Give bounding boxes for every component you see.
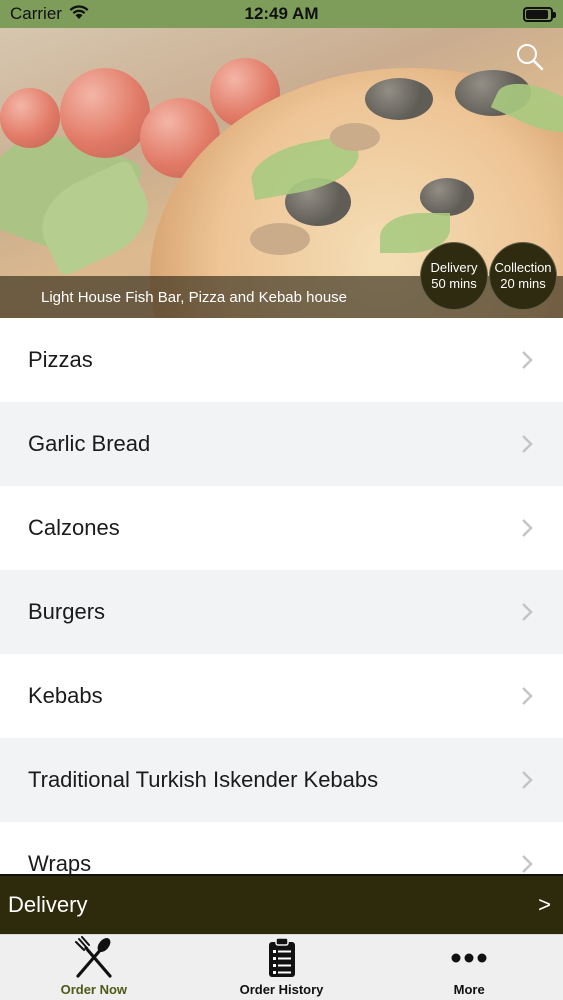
- tab-label: More: [453, 982, 485, 997]
- category-item-wraps[interactable]: Wraps: [0, 822, 563, 874]
- category-label: Burgers: [28, 599, 106, 624]
- category-item-kebabs[interactable]: Kebabs: [0, 654, 563, 738]
- category-label: Traditional Turkish Iskender Kebabs: [28, 767, 379, 792]
- chevron-right-icon: [521, 518, 535, 538]
- hero-banner: Light House Fish Bar, Pizza and Kebab ho…: [0, 28, 563, 318]
- carrier-label: Carrier: [10, 4, 62, 23]
- category-label: Pizzas: [28, 347, 93, 372]
- delivery-badge-time: 50 mins: [431, 276, 477, 291]
- chevron-right-icon: [521, 770, 535, 790]
- search-icon: [517, 44, 544, 71]
- chevron-right-icon: [521, 434, 535, 454]
- restaurant-name: Light House Fish Bar, Pizza and Kebab ho…: [41, 288, 348, 306]
- category-item-burgers[interactable]: Burgers: [0, 570, 563, 654]
- tab-order-now[interactable]: Order Now: [0, 935, 188, 1000]
- tab-more[interactable]: More: [375, 935, 563, 1000]
- clipboard-list-icon: [267, 936, 297, 980]
- wifi-icon: [68, 4, 90, 25]
- tab-label: Order History: [239, 982, 324, 997]
- collection-badge-time: 20 mins: [500, 276, 546, 291]
- status-bar: Carrier 12:49 AM: [0, 0, 563, 28]
- delivery-time-badge: Delivery 50 mins: [420, 242, 488, 310]
- category-label: Garlic Bread: [28, 431, 151, 456]
- chevron-right-icon: [521, 350, 535, 370]
- category-item-iskender-kebabs[interactable]: Traditional Turkish Iskender Kebabs: [0, 738, 563, 822]
- category-item-garlic-bread[interactable]: Garlic Bread: [0, 402, 563, 486]
- category-label: Calzones: [28, 515, 120, 540]
- chevron-right-icon: [521, 854, 535, 874]
- battery-icon: [523, 6, 556, 22]
- delivery-arrow-icon: >: [538, 892, 551, 917]
- more-dots-icon: [450, 936, 488, 980]
- category-item-calzones[interactable]: Calzones: [0, 486, 563, 570]
- collection-time-badge: Collection 20 mins: [489, 242, 557, 310]
- search-button[interactable]: [515, 42, 545, 72]
- category-item-pizzas[interactable]: Pizzas: [0, 318, 563, 402]
- bottom-tab-bar: Order Now Order History More: [0, 934, 563, 1000]
- status-time: 12:49 AM: [244, 4, 319, 23]
- collection-badge-label: Collection: [494, 260, 552, 275]
- tab-order-history[interactable]: Order History: [188, 935, 376, 1000]
- category-list[interactable]: Pizzas Garlic Bread Calzones Burgers Keb…: [0, 318, 563, 874]
- category-label: Wraps: [28, 851, 92, 874]
- fork-knife-icon: [71, 936, 117, 980]
- delivery-mode-bar[interactable]: Delivery >: [0, 874, 563, 934]
- delivery-mode-label: Delivery: [8, 892, 88, 917]
- chevron-right-icon: [521, 602, 535, 622]
- chevron-right-icon: [521, 686, 535, 706]
- tab-label: Order Now: [60, 982, 128, 997]
- delivery-badge-label: Delivery: [430, 260, 478, 275]
- category-label: Kebabs: [28, 683, 103, 708]
